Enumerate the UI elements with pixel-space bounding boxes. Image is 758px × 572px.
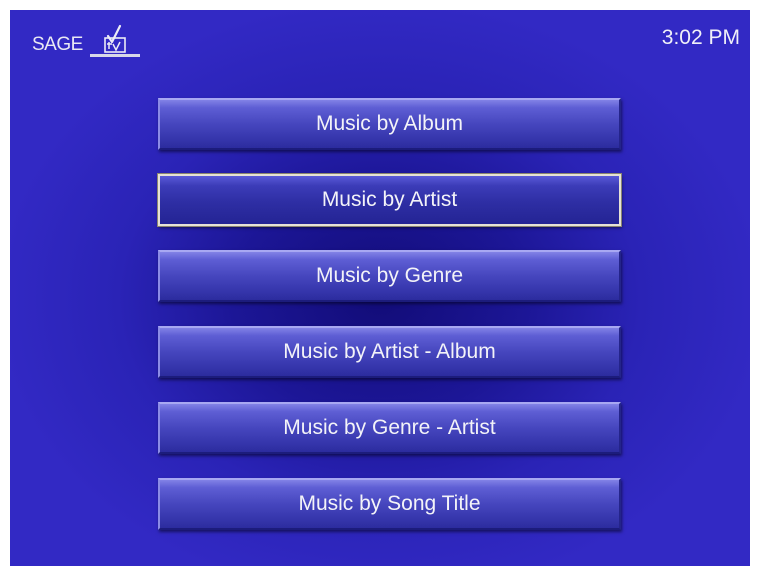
menu-item-music-by-song-title[interactable]: Music by Song Title (158, 478, 621, 530)
menu-item-music-by-artist-album[interactable]: Music by Artist - Album (158, 326, 621, 378)
menu-item-music-by-artist[interactable]: Music by Artist (158, 174, 621, 226)
menu-item-label: Music by Genre (315, 264, 464, 287)
sagetv-logo: SAGE (32, 24, 172, 60)
menu-item-label: Music by Song Title (298, 492, 481, 515)
music-menu: Music by Album Music by Artist Music by … (158, 98, 621, 554)
menu-item-music-by-album[interactable]: Music by Album (158, 98, 621, 150)
tv-checkmark-icon (90, 24, 142, 60)
menu-item-label: Music by Album (315, 112, 464, 135)
menu-item-music-by-genre-artist[interactable]: Music by Genre - Artist (158, 402, 621, 454)
logo-text: SAGE (32, 34, 83, 55)
menu-item-label: Music by Genre - Artist (283, 416, 496, 439)
music-menu-screen: SAGE 3:02 PM Music by Album Music by Art… (10, 10, 750, 566)
clock: 3:02 PM (661, 26, 740, 49)
menu-item-label: Music by Artist - Album (283, 340, 496, 363)
menu-item-label: Music by Artist (321, 188, 458, 211)
menu-item-music-by-genre[interactable]: Music by Genre (158, 250, 621, 302)
